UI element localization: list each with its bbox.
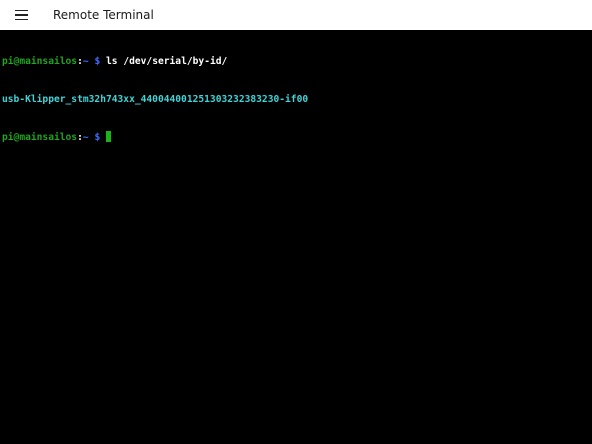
menu-button[interactable] <box>0 0 42 30</box>
terminal-area[interactable]: pi@mainsailos:~ $ ls /dev/serial/by-id/ … <box>0 30 592 444</box>
text-cursor <box>106 131 111 142</box>
title-bar: Remote Terminal <box>0 0 592 30</box>
prompt-path: ~ <box>82 56 89 67</box>
command-output: usb-Klipper_stm32h743xx_4400440012513032… <box>2 93 309 105</box>
prompt-user-host: pi@mainsailos <box>2 56 78 67</box>
prompt-user-host: pi@mainsailos <box>2 132 78 143</box>
prompt-path: ~ <box>82 132 89 143</box>
command-text: ls /dev/serial/by-id/ <box>106 56 228 67</box>
terminal-line-3: pi@mainsailos:~ $ <box>2 131 592 144</box>
terminal-line-2: usb-Klipper_stm32h743xx_4400440012513032… <box>2 94 592 107</box>
remote-terminal-window: Remote Terminal pi@mainsailos:~ $ ls /de… <box>0 0 592 444</box>
terminal-line-1: pi@mainsailos:~ $ ls /dev/serial/by-id/ <box>2 56 592 69</box>
prompt-symbol: $ <box>94 132 101 143</box>
prompt-symbol: $ <box>94 56 101 67</box>
hamburger-menu-icon <box>14 9 28 21</box>
app-title: Remote Terminal <box>53 8 154 22</box>
